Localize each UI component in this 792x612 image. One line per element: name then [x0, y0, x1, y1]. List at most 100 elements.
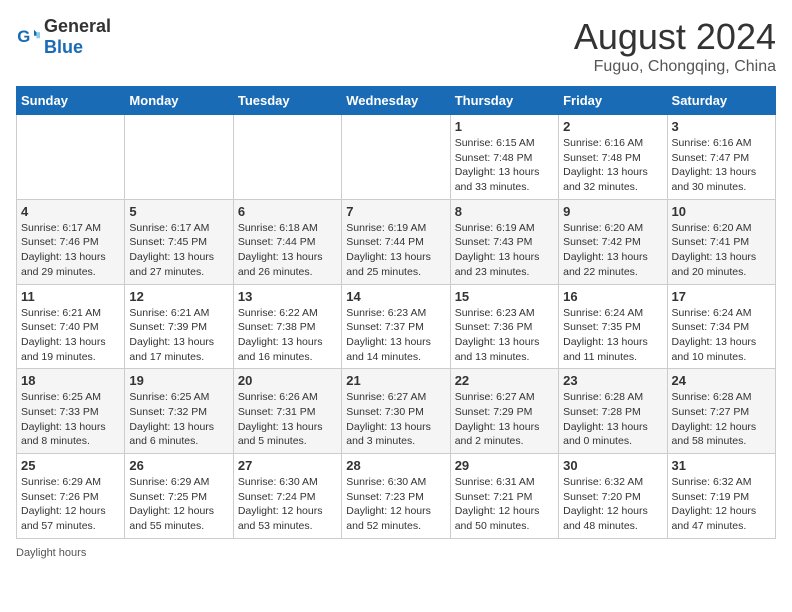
day-number: 24	[672, 373, 771, 388]
calendar-cell	[125, 115, 233, 200]
day-number: 18	[21, 373, 120, 388]
day-number: 6	[238, 204, 337, 219]
calendar-cell	[233, 115, 341, 200]
calendar-cell: 13Sunrise: 6:22 AM Sunset: 7:38 PM Dayli…	[233, 284, 341, 369]
day-detail: Sunrise: 6:30 AM Sunset: 7:24 PM Dayligh…	[238, 475, 337, 534]
main-title: August 2024	[574, 16, 776, 58]
calendar-cell: 16Sunrise: 6:24 AM Sunset: 7:35 PM Dayli…	[559, 284, 667, 369]
logo-icon: G	[16, 25, 40, 49]
day-detail: Sunrise: 6:20 AM Sunset: 7:41 PM Dayligh…	[672, 221, 771, 280]
calendar-body: 1 Sunrise: 6:15 AM Sunset: 7:48 PM Daylig…	[17, 115, 776, 539]
calendar-header-cell: Monday	[125, 87, 233, 115]
day-detail: Sunrise: 6:28 AM Sunset: 7:28 PM Dayligh…	[563, 390, 662, 449]
calendar-header-cell: Thursday	[450, 87, 558, 115]
day-number: 16	[563, 289, 662, 304]
day-detail: Sunrise: 6:16 AM Sunset: 7:47 PM Dayligh…	[672, 136, 771, 195]
day-number: 28	[346, 458, 445, 473]
day-number: 21	[346, 373, 445, 388]
day-detail: Sunrise: 6:15 AM Sunset: 7:48 PM Dayligh…	[455, 136, 554, 195]
logo: G General Blue	[16, 16, 111, 58]
calendar-cell: 14 Sunrise: 6:23 AM Sunset: 7:37 PM Dayli…	[342, 284, 450, 369]
subtitle: Fuguo, Chongqing, China	[574, 58, 776, 76]
calendar-cell	[17, 115, 125, 200]
day-number: 9	[563, 204, 662, 219]
day-number: 27	[238, 458, 337, 473]
day-number: 19	[129, 373, 228, 388]
day-detail: Sunrise: 6:27 AM Sunset: 7:29 PM Dayligh…	[455, 390, 554, 449]
calendar-cell: 15Sunrise: 6:23 AM Sunset: 7:36 PM Dayli…	[450, 284, 558, 369]
day-number: 7	[346, 204, 445, 219]
day-number: 2	[563, 119, 662, 134]
calendar-week-row: 25Sunrise: 6:29 AM Sunset: 7:26 PM Dayli…	[17, 454, 776, 539]
day-number: 8	[455, 204, 554, 219]
calendar-cell: 25Sunrise: 6:29 AM Sunset: 7:26 PM Dayli…	[17, 454, 125, 539]
calendar-cell: 17Sunrise: 6:24 AM Sunset: 7:34 PM Dayli…	[667, 284, 775, 369]
logo-blue: Blue	[44, 37, 83, 57]
logo-text: General Blue	[44, 16, 111, 58]
day-number: 4	[21, 204, 120, 219]
calendar-cell: 11 Sunrise: 6:21 AM Sunset: 7:40 PM Dayli…	[17, 284, 125, 369]
calendar-header-cell: Wednesday	[342, 87, 450, 115]
logo-general: General	[44, 16, 111, 36]
day-number: 25	[21, 458, 120, 473]
day-number: 11	[21, 289, 120, 304]
day-number: 23	[563, 373, 662, 388]
calendar-table: SundayMondayTuesdayWednesdayThursdayFrid…	[16, 86, 776, 539]
header: G General Blue August 2024 Fuguo, Chongq…	[16, 16, 776, 76]
day-number: 13	[238, 289, 337, 304]
day-detail: Sunrise: 6:26 AM Sunset: 7:31 PM Dayligh…	[238, 390, 337, 449]
title-area: August 2024 Fuguo, Chongqing, China	[574, 16, 776, 76]
day-detail: Sunrise: 6:32 AM Sunset: 7:19 PM Dayligh…	[672, 475, 771, 534]
calendar-header-cell: Saturday	[667, 87, 775, 115]
day-detail: Sunrise: 6:16 AM Sunset: 7:48 PM Dayligh…	[563, 136, 662, 195]
day-detail: Sunrise: 6:21 AM Sunset: 7:40 PM Dayligh…	[21, 306, 120, 365]
calendar-cell: 10 Sunrise: 6:20 AM Sunset: 7:41 PM Dayli…	[667, 199, 775, 284]
day-number: 20	[238, 373, 337, 388]
calendar-cell: 5 Sunrise: 6:17 AM Sunset: 7:45 PM Daylig…	[125, 199, 233, 284]
day-number: 22	[455, 373, 554, 388]
day-number: 5	[129, 204, 228, 219]
calendar-cell: 21Sunrise: 6:27 AM Sunset: 7:30 PM Dayli…	[342, 369, 450, 454]
day-detail: Sunrise: 6:30 AM Sunset: 7:23 PM Dayligh…	[346, 475, 445, 534]
day-detail: Sunrise: 6:19 AM Sunset: 7:43 PM Dayligh…	[455, 221, 554, 280]
svg-text:G: G	[17, 27, 30, 46]
day-detail: Sunrise: 6:21 AM Sunset: 7:39 PM Dayligh…	[129, 306, 228, 365]
calendar-header-cell: Friday	[559, 87, 667, 115]
day-detail: Sunrise: 6:28 AM Sunset: 7:27 PM Dayligh…	[672, 390, 771, 449]
day-number: 29	[455, 458, 554, 473]
calendar-cell	[342, 115, 450, 200]
day-number: 12	[129, 289, 228, 304]
day-detail: Sunrise: 6:20 AM Sunset: 7:42 PM Dayligh…	[563, 221, 662, 280]
calendar-cell: 30Sunrise: 6:32 AM Sunset: 7:20 PM Dayli…	[559, 454, 667, 539]
calendar-cell: 20 Sunrise: 6:26 AM Sunset: 7:31 PM Dayli…	[233, 369, 341, 454]
day-detail: Sunrise: 6:23 AM Sunset: 7:37 PM Dayligh…	[346, 306, 445, 365]
day-detail: Sunrise: 6:25 AM Sunset: 7:32 PM Dayligh…	[129, 390, 228, 449]
calendar-week-row: 18Sunrise: 6:25 AM Sunset: 7:33 PM Dayli…	[17, 369, 776, 454]
calendar-week-row: 11 Sunrise: 6:21 AM Sunset: 7:40 PM Dayli…	[17, 284, 776, 369]
calendar-cell: 1 Sunrise: 6:15 AM Sunset: 7:48 PM Daylig…	[450, 115, 558, 200]
day-number: 3	[672, 119, 771, 134]
calendar-cell: 31 Sunrise: 6:32 AM Sunset: 7:19 PM Dayli…	[667, 454, 775, 539]
calendar-cell: 19 Sunrise: 6:25 AM Sunset: 7:32 PM Dayli…	[125, 369, 233, 454]
calendar-cell: 6Sunrise: 6:18 AM Sunset: 7:44 PM Daylig…	[233, 199, 341, 284]
calendar-cell: 9 Sunrise: 6:20 AM Sunset: 7:42 PM Daylig…	[559, 199, 667, 284]
calendar-cell: 7Sunrise: 6:19 AM Sunset: 7:44 PM Daylig…	[342, 199, 450, 284]
day-number: 14	[346, 289, 445, 304]
calendar-cell: 12 Sunrise: 6:21 AM Sunset: 7:39 PM Dayli…	[125, 284, 233, 369]
day-number: 17	[672, 289, 771, 304]
footer: Daylight hours	[16, 547, 776, 559]
day-detail: Sunrise: 6:29 AM Sunset: 7:25 PM Dayligh…	[129, 475, 228, 534]
day-detail: Sunrise: 6:32 AM Sunset: 7:20 PM Dayligh…	[563, 475, 662, 534]
calendar-cell: 23 Sunrise: 6:28 AM Sunset: 7:28 PM Dayli…	[559, 369, 667, 454]
day-detail: Sunrise: 6:17 AM Sunset: 7:45 PM Dayligh…	[129, 221, 228, 280]
day-detail: Sunrise: 6:31 AM Sunset: 7:21 PM Dayligh…	[455, 475, 554, 534]
day-number: 10	[672, 204, 771, 219]
day-detail: Sunrise: 6:17 AM Sunset: 7:46 PM Dayligh…	[21, 221, 120, 280]
calendar-header-row: SundayMondayTuesdayWednesdayThursdayFrid…	[17, 87, 776, 115]
day-number: 1	[455, 119, 554, 134]
day-number: 31	[672, 458, 771, 473]
calendar-cell: 29 Sunrise: 6:31 AM Sunset: 7:21 PM Dayli…	[450, 454, 558, 539]
calendar-cell: 24 Sunrise: 6:28 AM Sunset: 7:27 PM Dayli…	[667, 369, 775, 454]
calendar-cell: 2 Sunrise: 6:16 AM Sunset: 7:48 PM Daylig…	[559, 115, 667, 200]
calendar-cell: 18Sunrise: 6:25 AM Sunset: 7:33 PM Dayli…	[17, 369, 125, 454]
